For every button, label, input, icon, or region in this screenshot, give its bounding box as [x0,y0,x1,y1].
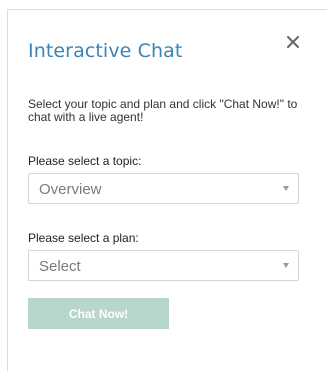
topic-label: Please select a topic: [28,154,142,168]
chat-now-button[interactable]: Chat Now! [28,298,169,329]
chevron-down-icon [283,186,289,191]
topic-select-value: Overview [39,181,102,198]
plan-label: Please select a plan: [28,231,139,245]
dialog-title: Interactive Chat [28,40,183,62]
topic-select[interactable]: Overview [28,173,299,204]
intro-text: Select your topic and plan and click "Ch… [28,97,298,124]
plan-select[interactable]: Select [28,250,299,281]
close-icon[interactable] [284,33,302,51]
chevron-down-icon [283,263,289,268]
plan-select-value: Select [39,258,81,275]
